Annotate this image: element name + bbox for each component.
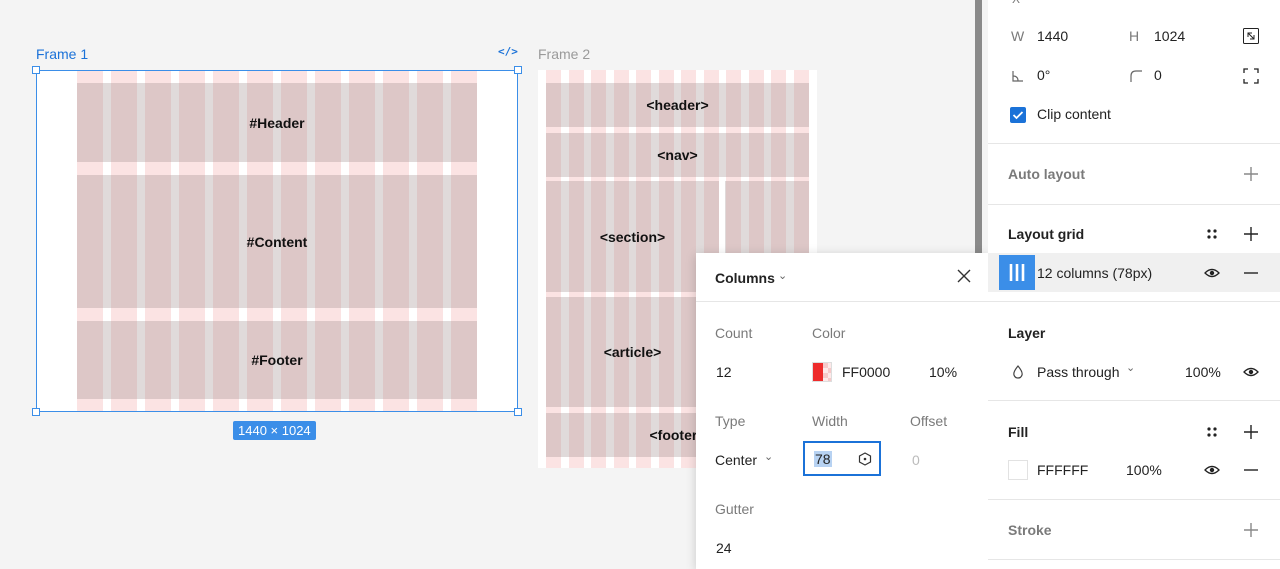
fill-hex-field[interactable]: FFFFFF: [1037, 462, 1088, 478]
color-swatch[interactable]: [812, 362, 832, 382]
clip-content-checkbox[interactable]: [1010, 107, 1026, 123]
width-label: Width: [812, 413, 848, 429]
gutter-input[interactable]: 24: [716, 540, 732, 556]
height-field[interactable]: 1024: [1154, 28, 1185, 44]
footer-region-label: #Footer: [251, 352, 303, 368]
corner-radius-icon: [1130, 70, 1142, 82]
html-nav-region[interactable]: <nav>: [546, 133, 809, 177]
grid-item-label: 12 columns (78px): [1037, 265, 1153, 281]
rotation-field[interactable]: 0°: [1037, 67, 1050, 83]
html-article-label: <article>: [603, 344, 662, 360]
header-region-label: #Header: [249, 114, 305, 131]
width-value: 78: [814, 451, 832, 467]
constrain-proportions-icon[interactable]: [1243, 28, 1259, 44]
html-article-region[interactable]: <article>: [546, 297, 719, 407]
grid-item-row[interactable]: 12 columns (78px): [988, 253, 1280, 292]
width-input[interactable]: 78: [803, 441, 881, 476]
fill-styles-icon[interactable]: [1204, 424, 1220, 440]
size-badge: 1440 × 1024: [233, 421, 316, 440]
gutter-label: Gutter: [715, 501, 754, 517]
popup-header: Columns ⌄: [696, 253, 988, 302]
chevron-down-icon[interactable]: ⌄: [764, 450, 773, 463]
layer-section: Layer Pass through ⌄ 100%: [988, 302, 1280, 401]
offset-input[interactable]: 0: [912, 452, 920, 468]
checkmark-icon: [1012, 111, 1024, 120]
frame-1-label[interactable]: Frame 1: [36, 46, 88, 62]
auto-layout-title: Auto layout: [1008, 166, 1085, 182]
auto-layout-section: Auto layout: [988, 144, 1280, 205]
plus-icon[interactable]: [1243, 166, 1259, 182]
width-field[interactable]: 1440: [1037, 28, 1068, 44]
html-nav-label: <nav>: [657, 147, 698, 163]
hexagon-icon[interactable]: [858, 452, 872, 466]
grid-type-dropdown[interactable]: Columns: [715, 270, 775, 286]
eye-icon[interactable]: [1243, 364, 1259, 380]
fill-title: Fill: [1008, 424, 1029, 440]
html-section-region[interactable]: <section>: [546, 181, 719, 292]
type-dropdown[interactable]: Center: [715, 452, 757, 468]
eye-icon[interactable]: [1204, 265, 1220, 281]
footer-region[interactable]: #Footer: [77, 321, 477, 399]
layout-grid-section: Layout grid 12 columns (78px): [988, 205, 1280, 302]
count-input[interactable]: 12: [716, 364, 732, 380]
plus-icon[interactable]: [1243, 424, 1259, 440]
content-region[interactable]: #Content: [77, 175, 477, 308]
plus-icon[interactable]: [1243, 226, 1259, 242]
stroke-section: Stroke: [988, 500, 1280, 560]
layout-grid-title: Layout grid: [1008, 226, 1085, 242]
color-label: Color: [812, 325, 846, 341]
close-icon[interactable]: [955, 267, 973, 285]
count-label: Count: [715, 325, 753, 341]
html-header-region[interactable]: <header>: [546, 83, 809, 127]
layer-title: Layer: [1008, 325, 1046, 341]
blend-mode-icon: [1013, 365, 1023, 379]
chevron-down-icon[interactable]: ⌄: [1126, 361, 1135, 374]
code-icon[interactable]: </>: [498, 45, 518, 61]
layout-grid-settings-popup: Columns ⌄ Count 12 Color FF0000 10% Type…: [696, 253, 988, 569]
independent-corners-icon[interactable]: [1243, 68, 1259, 84]
html-header-label: <header>: [646, 97, 709, 113]
fill-color-swatch[interactable]: [1008, 460, 1028, 480]
rotation-icon: [1012, 71, 1023, 82]
columns-grid-icon[interactable]: [999, 255, 1035, 290]
x-label: X: [1012, 0, 1020, 6]
minus-icon[interactable]: [1243, 265, 1259, 281]
frame-2-label[interactable]: Frame 2: [538, 46, 590, 62]
fill-section: Fill FFFFFF 100%: [988, 401, 1280, 500]
frame-section: X W 1440 H 1024 0° 0 Clip content: [988, 0, 1280, 144]
stroke-title: Stroke: [1008, 522, 1052, 538]
content-region-label: #Content: [246, 233, 308, 250]
fill-opacity-field[interactable]: 100%: [1126, 462, 1162, 478]
layer-opacity-field[interactable]: 100%: [1185, 364, 1221, 380]
properties-panel: X W 1440 H 1024 0° 0 Clip content Auto l…: [988, 0, 1280, 569]
clip-content-label: Clip content: [1037, 106, 1111, 122]
header-region[interactable]: #Header: [77, 83, 477, 162]
type-label: Type: [715, 413, 746, 429]
eye-icon[interactable]: [1204, 462, 1220, 478]
color-hex-input[interactable]: FF0000: [842, 364, 890, 380]
h-label: H: [1129, 28, 1140, 44]
minus-icon[interactable]: [1243, 462, 1259, 478]
offset-label: Offset: [910, 413, 948, 429]
blend-mode-dropdown[interactable]: Pass through: [1037, 364, 1120, 380]
chevron-down-icon[interactable]: ⌄: [778, 269, 787, 282]
color-opacity-input[interactable]: 10%: [929, 364, 957, 380]
html-section-label: <section>: [599, 228, 666, 245]
corner-radius-field[interactable]: 0: [1154, 67, 1162, 83]
grid-styles-icon[interactable]: [1204, 226, 1220, 242]
plus-icon[interactable]: [1243, 522, 1259, 538]
w-label: W: [1011, 28, 1025, 44]
frame-1[interactable]: #Header #Content #Footer: [36, 70, 518, 412]
